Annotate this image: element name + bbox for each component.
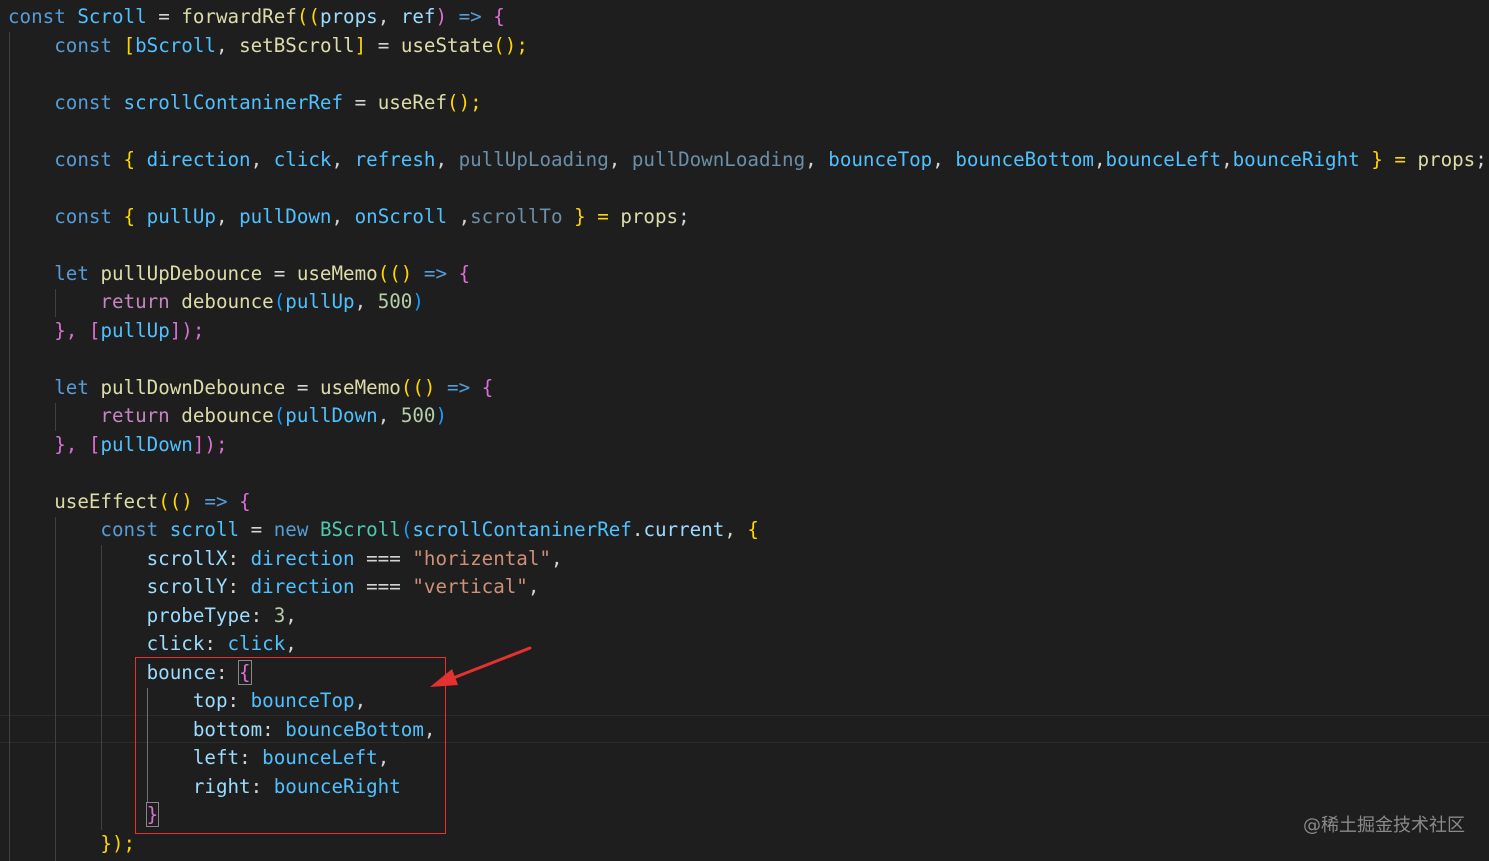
code-line: let pullDownDebounce = useMemo(() => {: [54, 375, 494, 399]
code-line: const { pullUp, pullDown, onScroll ,scro…: [54, 204, 690, 228]
code-line: let pullUpDebounce = useMemo(() => {: [54, 261, 471, 285]
code-line: useEffect(() => {: [54, 489, 251, 513]
code-line: probeType: 3,: [146, 603, 297, 627]
code-line: }, [pullDown]);: [54, 432, 228, 456]
code-editor[interactable]: const Scroll = forwardRef((props, ref) =…: [0, 0, 1489, 861]
code-line: const scrollContaninerRef = useRef();: [54, 90, 482, 114]
code-line: const [bScroll, setBScroll] = useState()…: [54, 33, 528, 57]
annotation-arrow-icon: [430, 646, 532, 687]
code-line: click: click,: [146, 632, 297, 655]
code-line: const scroll = new BScroll(scrollContani…: [100, 518, 759, 541]
code-line: scrollY: direction === "vertical",: [146, 575, 540, 598]
watermark: @稀土掘金技术社区: [1303, 815, 1465, 836]
code-line: scrollX: direction === "horizental",: [146, 546, 563, 570]
code-line: }, [pullUp]);: [54, 318, 205, 342]
code-line: return debounce(pullDown, 500): [100, 404, 448, 427]
code-line: const Scroll = forwardRef((props, ref) =…: [8, 5, 505, 28]
code-line: return debounce(pullUp, 500): [100, 290, 424, 313]
code-line: const { direction, click, refresh, pullU…: [54, 147, 1487, 171]
annotation-highlight-box: [135, 657, 446, 834]
